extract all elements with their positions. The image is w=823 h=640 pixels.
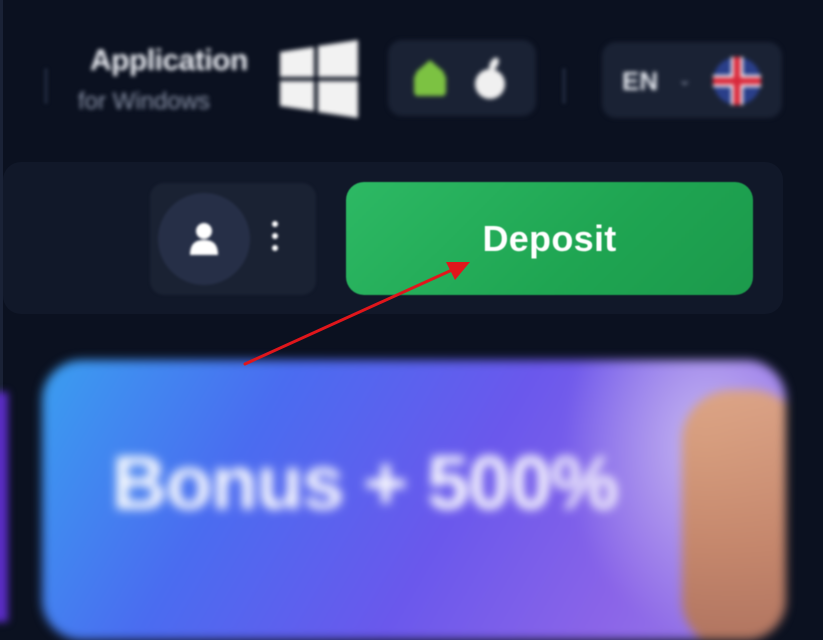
top-divider [44, 68, 48, 104]
app-promo-title: Application [90, 44, 248, 77]
app-promo-subtitle: for Windows [78, 88, 211, 115]
promo-banner[interactable]: Bonus + 500% [42, 360, 786, 640]
uk-flag-icon [713, 57, 761, 105]
user-menu[interactable] [150, 183, 316, 295]
apple-icon[interactable] [472, 56, 508, 100]
deposit-button[interactable]: Deposit [346, 182, 753, 295]
windows-app-link[interactable]: Application for Windows [74, 36, 364, 122]
windows-icon [280, 40, 358, 118]
deposit-label: Deposit [482, 217, 617, 259]
language-code: EN [622, 66, 659, 96]
more-vertical-icon[interactable] [270, 221, 280, 257]
user-icon [190, 223, 218, 255]
language-selector[interactable]: EN ⌄ [602, 42, 782, 118]
banner-figure [682, 390, 786, 640]
avatar[interactable] [158, 193, 250, 285]
android-icon[interactable] [410, 56, 450, 100]
side-panel-edge [0, 392, 8, 622]
chevron-down-icon: ⌄ [678, 72, 692, 89]
banner-title: Bonus + 500% [112, 441, 618, 526]
mobile-apps-group [388, 40, 536, 116]
top-divider [562, 68, 566, 104]
